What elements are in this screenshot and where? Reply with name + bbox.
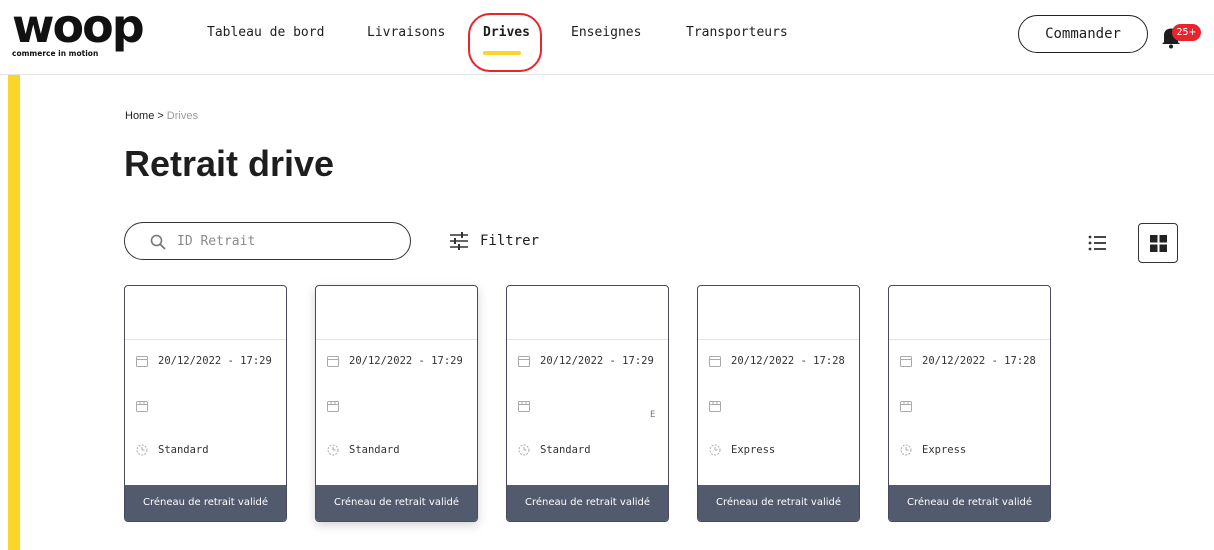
card-header <box>316 286 477 340</box>
breadcrumb-current: Drives <box>166 110 198 122</box>
card-delivery-type: Standard <box>158 444 209 456</box>
clock-icon <box>518 444 530 456</box>
yellow-side-accent <box>8 75 20 550</box>
card-header <box>507 286 668 340</box>
card-datetime: 20/12/2022 - 17:29 <box>158 355 272 367</box>
card-datetime: 20/12/2022 - 17:29 <box>540 355 654 367</box>
drive-card[interactable]: 20/12/2022 - 17:28 Express Créneau de re… <box>888 285 1051 522</box>
card-datetime: 20/12/2022 - 17:29 <box>349 355 463 367</box>
card-status-footer: Créneau de retrait validé <box>698 485 859 521</box>
store-icon <box>900 401 912 412</box>
search-icon <box>150 234 166 250</box>
breadcrumb: Home > Drives <box>125 110 198 122</box>
filter-sliders-icon <box>450 232 468 250</box>
commander-button[interactable]: Commander <box>1018 15 1148 53</box>
store-icon <box>518 401 530 412</box>
card-status-footer: Créneau de retrait validé <box>507 485 668 521</box>
grid-icon <box>1150 235 1167 252</box>
logo-wordmark: woop <box>12 0 145 53</box>
card-header <box>698 286 859 340</box>
nav-item-tableau-de-bord[interactable]: Tableau de bord <box>207 25 324 40</box>
search-box[interactable] <box>124 222 411 260</box>
drive-card[interactable]: 20/12/2022 - 17:29 Standard Créneau de r… <box>315 285 478 522</box>
calendar-icon <box>709 356 721 367</box>
store-icon <box>709 401 721 412</box>
search-input[interactable] <box>177 231 397 251</box>
card-delivery-type: Standard <box>540 444 591 456</box>
clock-icon <box>900 444 912 456</box>
card-header <box>889 286 1050 340</box>
drive-card[interactable]: 20/12/2022 - 17:28 Express Créneau de re… <box>697 285 860 522</box>
calendar-icon <box>518 356 530 367</box>
card-datetime: 20/12/2022 - 17:28 <box>731 355 845 367</box>
page-title: Retrait drive <box>124 143 335 184</box>
calendar-icon <box>327 356 339 367</box>
drive-card[interactable]: 20/12/2022 - 17:29 E Standard Créneau de… <box>506 285 669 522</box>
list-view-icon[interactable] <box>1086 232 1108 254</box>
card-status-footer: Créneau de retrait validé <box>316 485 477 521</box>
store-icon <box>327 401 339 412</box>
card-header <box>125 286 286 340</box>
clock-icon <box>327 444 339 456</box>
card-status-footer: Créneau de retrait validé <box>125 485 286 521</box>
card-mark: E <box>650 410 656 420</box>
clock-icon <box>136 444 148 456</box>
card-delivery-type: Standard <box>349 444 400 456</box>
breadcrumb-home[interactable]: Home <box>125 110 154 122</box>
card-datetime: 20/12/2022 - 17:28 <box>922 355 1036 367</box>
card-delivery-type: Express <box>922 444 967 456</box>
card-delivery-type: Express <box>731 444 776 456</box>
filter-label: Filtrer <box>480 233 540 249</box>
store-icon <box>136 401 148 412</box>
clock-icon <box>709 444 721 456</box>
nav-active-indicator <box>483 51 521 55</box>
calendar-icon <box>136 356 148 367</box>
notification-badge: 25+ <box>1172 24 1201 41</box>
woop-logo[interactable]: woop commerce in motion <box>12 0 152 62</box>
calendar-icon <box>900 356 912 367</box>
breadcrumb-separator: > <box>157 110 164 122</box>
top-header: woop commerce in motion Tableau de bord … <box>0 0 1214 75</box>
nav-item-drives[interactable]: Drives <box>483 25 530 40</box>
nav-highlight-circle <box>468 13 542 72</box>
logo-tagline: commerce in motion <box>12 49 99 58</box>
nav-item-livraisons[interactable]: Livraisons <box>367 25 445 40</box>
grid-view-button[interactable] <box>1138 223 1178 263</box>
card-status-footer: Créneau de retrait validé <box>889 485 1050 521</box>
nav-item-transporteurs[interactable]: Transporteurs <box>686 25 788 40</box>
nav-item-enseignes[interactable]: Enseignes <box>571 25 641 40</box>
drive-card[interactable]: 20/12/2022 - 17:29 Standard Créneau de r… <box>124 285 287 522</box>
